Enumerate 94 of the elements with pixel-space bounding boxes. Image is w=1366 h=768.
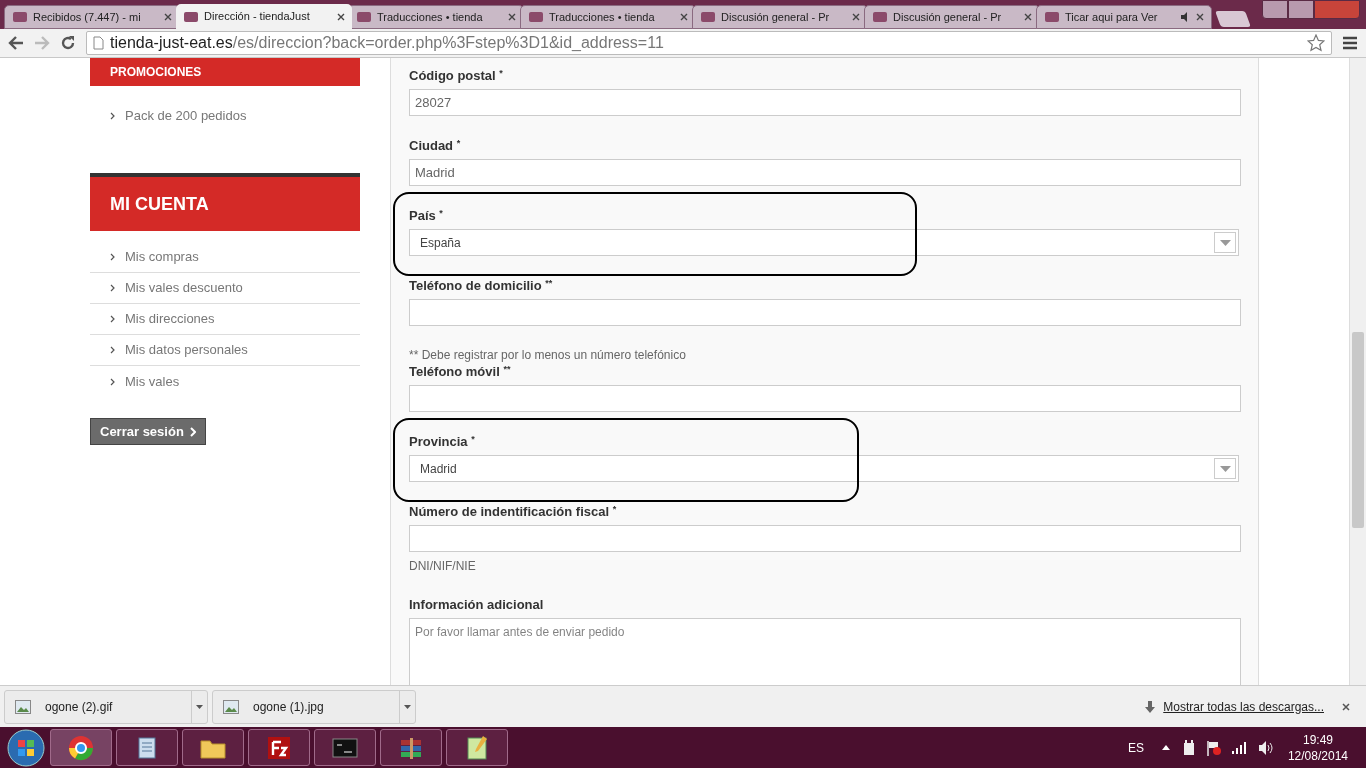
download-item[interactable]: ogone (2).gif xyxy=(4,689,208,724)
chevron-icon xyxy=(110,346,115,354)
maximize-button[interactable] xyxy=(1288,0,1314,19)
image-file-icon xyxy=(223,699,239,714)
text-area[interactable]: Por favor llamar antes de enviar pedido xyxy=(409,618,1241,685)
new-tab-button[interactable] xyxy=(1215,11,1251,27)
close-icon[interactable] xyxy=(1342,702,1350,711)
caret-icon xyxy=(196,704,203,709)
favicon-icon xyxy=(183,9,199,24)
chevron-icon xyxy=(110,284,115,292)
taskbar-button[interactable] xyxy=(116,729,178,766)
sidebar-link[interactable]: Mis vales xyxy=(90,366,360,397)
phone-note: ** Debe registrar por lo menos un número telefónico xyxy=(409,347,687,360)
select-field[interactable]: Madrid xyxy=(409,455,1239,482)
power-plug-icon[interactable] xyxy=(1181,739,1196,756)
text-field[interactable]: Madrid xyxy=(409,159,1241,186)
flag-icon[interactable] xyxy=(1205,739,1222,756)
menu-icon[interactable] xyxy=(1342,36,1358,50)
field-label: Código postal $^{*}$ xyxy=(409,66,504,83)
browser-tab[interactable]: Discusión general - Pr xyxy=(864,5,1040,29)
field-label: Teléfono móvil $^{**}$ xyxy=(409,362,512,379)
caret-up-icon[interactable] xyxy=(1161,745,1170,750)
close-icon[interactable] xyxy=(508,13,516,21)
url-text: tienda-just-eat.es/es/direccion?back=order.php%3Fstep%3D1&id_address=11 xyxy=(110,33,664,53)
address-bar[interactable]: tienda-just-eat.es/es/direccion?back=order.php%3Fstep%3D1&id_address=11 xyxy=(86,31,1332,55)
section-header: PROMOCIONES xyxy=(90,58,360,86)
favicon-icon xyxy=(528,10,544,24)
taskbar-button[interactable] xyxy=(182,729,244,766)
chevron-icon xyxy=(110,111,115,120)
sidebar-link[interactable]: Mis vales descuento xyxy=(90,273,360,304)
taskbar-button[interactable] xyxy=(50,729,112,766)
field-label: Ciudad $^{*}$ xyxy=(409,136,462,153)
sidebar-link[interactable]: Pack de 200 pedidos xyxy=(90,100,360,131)
close-icon[interactable] xyxy=(1196,13,1204,21)
text-field[interactable] xyxy=(409,299,1241,326)
text-field[interactable] xyxy=(409,525,1241,552)
close-icon[interactable] xyxy=(164,13,172,21)
star-icon[interactable] xyxy=(1307,34,1325,52)
close-icon[interactable] xyxy=(1024,13,1032,21)
volume-icon[interactable] xyxy=(1257,740,1274,755)
caret-icon xyxy=(1219,239,1231,246)
reload-icon[interactable] xyxy=(60,35,76,51)
field-label: Número de indentificación fiscal $^{*}$ xyxy=(409,502,618,519)
dropdown-button[interactable] xyxy=(1214,458,1236,479)
clock[interactable]: 19:49 12/08/2014 xyxy=(1287,731,1348,764)
favicon-icon xyxy=(872,10,888,24)
caret-icon xyxy=(404,704,411,709)
show-all-downloads-link[interactable]: Mostrar todas las descargas... xyxy=(1163,697,1324,716)
logout-button[interactable]: Cerrar sesión xyxy=(90,418,206,445)
caret-icon xyxy=(1219,465,1231,472)
browser-tab[interactable]: Traducciones • tienda xyxy=(520,5,696,29)
field-label: País $^{*}$ xyxy=(409,206,444,223)
scrollbar[interactable] xyxy=(1349,58,1366,685)
close-icon[interactable] xyxy=(852,13,860,21)
scrollbar-thumb[interactable] xyxy=(1352,332,1364,528)
download-arrow-icon xyxy=(1145,700,1156,713)
favicon-icon xyxy=(1044,10,1060,24)
close-icon[interactable] xyxy=(337,12,345,21)
taskbar-button[interactable] xyxy=(446,729,508,766)
field-label: Teléfono de domicilio $^{**}$ xyxy=(409,276,554,293)
image-file-icon xyxy=(15,699,31,714)
favicon-icon xyxy=(700,10,716,24)
taskbar-button[interactable] xyxy=(248,729,310,766)
browser-tab[interactable]: Discusión general - Pr xyxy=(692,5,868,29)
browser-tab[interactable]: Dirección - tiendaJust xyxy=(176,4,352,29)
clock-time: 19:49 xyxy=(1302,731,1333,748)
browser-tab[interactable]: Ticar aqui para Ver xyxy=(1036,5,1212,29)
text-field[interactable]: 28027 xyxy=(409,89,1241,116)
clock-date: 12/08/2014 xyxy=(1287,747,1348,764)
chevron-icon xyxy=(110,315,115,323)
minimize-button[interactable] xyxy=(1262,0,1288,19)
favicon-icon xyxy=(356,10,372,24)
field-label: Provincia $^{*}$ xyxy=(409,432,476,449)
dropdown-button[interactable] xyxy=(1214,232,1236,253)
close-icon[interactable] xyxy=(680,13,688,21)
chevron-icon xyxy=(110,377,115,386)
signal-icon[interactable] xyxy=(1231,741,1248,754)
download-item[interactable]: ogone (1).jpg xyxy=(212,689,416,724)
favicon-icon xyxy=(12,10,28,24)
start-button-icon[interactable] xyxy=(6,727,46,768)
taskbar-button[interactable] xyxy=(380,729,442,766)
sidebar-link[interactable]: Mis datos personales xyxy=(90,335,360,366)
field-label: Información adicional xyxy=(409,596,545,612)
chevron-icon xyxy=(110,253,115,261)
text-field[interactable] xyxy=(409,385,1241,412)
back-icon[interactable] xyxy=(8,36,24,50)
select-field[interactable]: España xyxy=(409,229,1239,256)
language-indicator[interactable]: ES xyxy=(1127,738,1144,757)
page-icon xyxy=(93,36,104,50)
sidebar-link[interactable]: Mis compras xyxy=(90,242,360,273)
section-header: MI CUENTA xyxy=(90,173,360,231)
field-hint: DNI/NIF/NIE xyxy=(409,558,477,575)
chevron-icon xyxy=(189,426,196,437)
sidebar-link[interactable]: Mis direcciones xyxy=(90,304,360,335)
